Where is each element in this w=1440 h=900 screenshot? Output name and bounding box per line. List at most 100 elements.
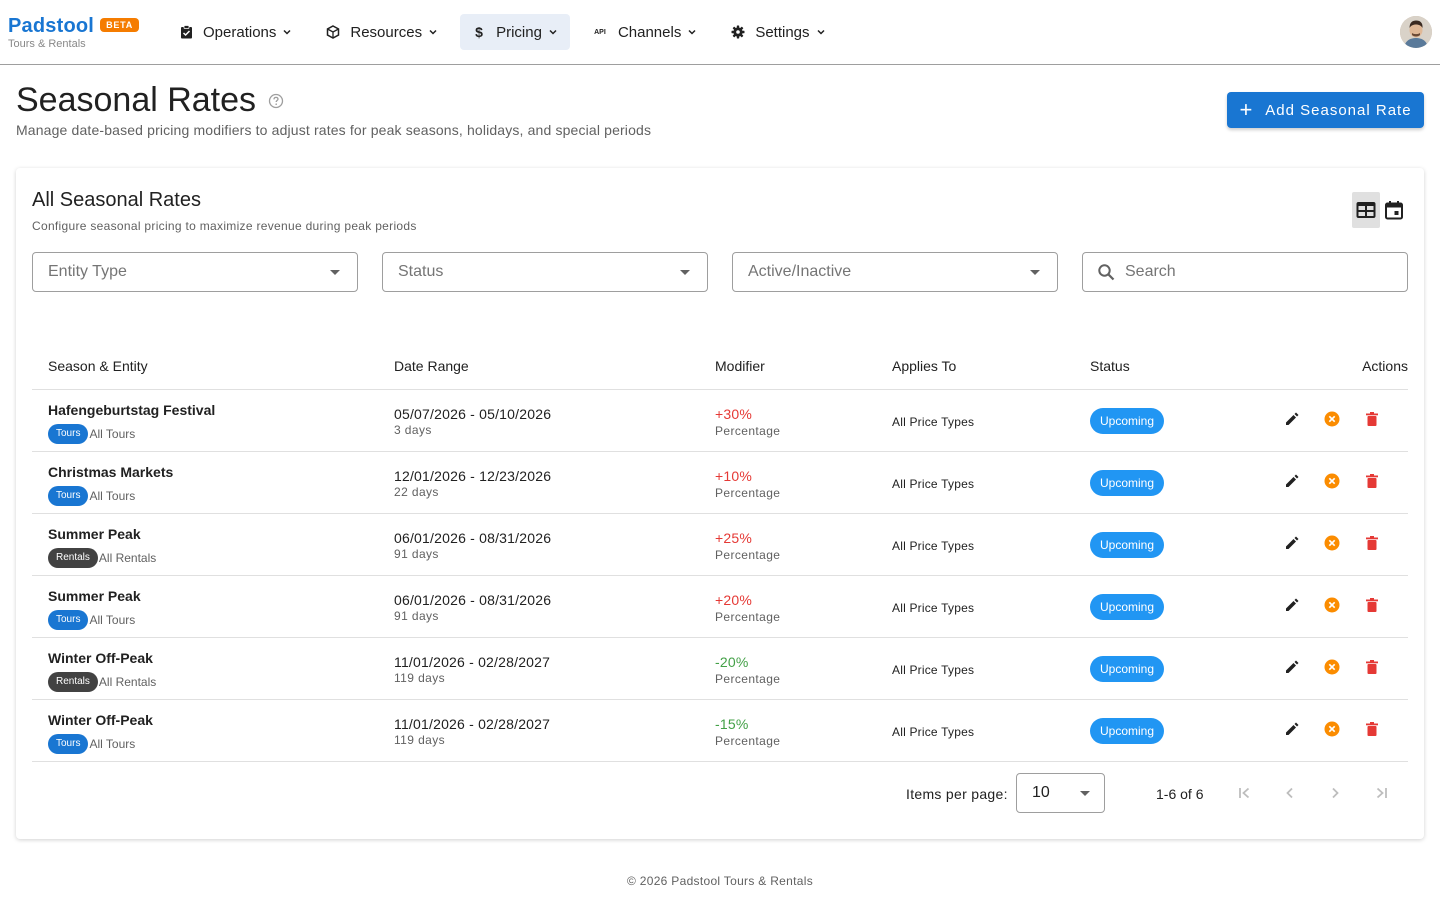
- applies-to: All Price Types: [892, 725, 975, 739]
- entity-cell: Tours All Tours: [48, 486, 135, 506]
- edit-button[interactable]: [1282, 721, 1302, 741]
- dropdown-arrow-icon: [1030, 270, 1040, 275]
- cancel-circle-icon: [1324, 659, 1340, 680]
- nav-resources[interactable]: Resources: [314, 14, 450, 50]
- deactivate-button[interactable]: [1322, 473, 1342, 493]
- edit-button[interactable]: [1282, 597, 1302, 617]
- first-page-button[interactable]: [1235, 783, 1255, 803]
- modifier-value: +25%: [715, 530, 752, 546]
- col-applies-to[interactable]: Applies To: [892, 358, 956, 374]
- deactivate-button[interactable]: [1322, 411, 1342, 431]
- edit-button[interactable]: [1282, 535, 1302, 555]
- deactivate-button[interactable]: [1322, 535, 1342, 555]
- user-avatar[interactable]: [1400, 16, 1432, 48]
- delete-button[interactable]: [1362, 411, 1382, 431]
- chevron-down-icon: [549, 29, 557, 35]
- deactivate-button[interactable]: [1322, 659, 1342, 679]
- seasonal-rates-card: All Seasonal Rates Configure seasonal pr…: [16, 168, 1424, 839]
- modifier-type: Percentage: [715, 734, 781, 748]
- chevron-down-icon: [283, 29, 291, 35]
- entity-label: All Tours: [89, 737, 136, 751]
- edit-button[interactable]: [1282, 659, 1302, 679]
- chevron-down-icon: [817, 29, 825, 35]
- nav-settings[interactable]: Settings: [719, 14, 837, 50]
- active-inactive-select[interactable]: Active/Inactive: [732, 252, 1058, 292]
- col-date-range[interactable]: Date Range: [394, 358, 469, 374]
- modifier-value: +10%: [715, 468, 752, 484]
- status-select[interactable]: Status: [382, 252, 708, 292]
- help-circle-icon[interactable]: [268, 93, 284, 109]
- calendar-view-button[interactable]: [1380, 192, 1408, 228]
- season-name: Hafengeburtstag Festival: [48, 402, 216, 418]
- edit-button[interactable]: [1282, 411, 1302, 431]
- status-badge: Upcoming: [1090, 594, 1165, 620]
- table-header: Season & Entity Date Range Modifier Appl…: [32, 346, 1408, 390]
- entity-cell: Rentals All Rentals: [48, 672, 156, 692]
- table-view-button[interactable]: [1352, 192, 1380, 228]
- col-season-entity[interactable]: Season & Entity: [48, 358, 148, 374]
- cancel-circle-icon: [1324, 411, 1340, 432]
- entity-type-select[interactable]: Entity Type: [32, 252, 358, 292]
- items-per-page-label: Items per page:: [906, 786, 1008, 802]
- modifier-type: Percentage: [715, 610, 781, 624]
- previous-page-button[interactable]: [1280, 783, 1300, 803]
- modifier-value: -20%: [715, 654, 749, 670]
- delete-button[interactable]: [1362, 721, 1382, 741]
- col-modifier[interactable]: Modifier: [715, 358, 765, 374]
- pencil-icon: [1284, 411, 1300, 432]
- entity-type-chip: Rentals: [48, 672, 98, 692]
- delete-button[interactable]: [1362, 535, 1382, 555]
- date-range: 05/07/2026 - 05/10/2026: [394, 406, 552, 422]
- entity-label: All Rentals: [98, 675, 157, 689]
- seasonal-rates-table: Season & Entity Date Range Modifier Appl…: [32, 346, 1408, 762]
- table-row[interactable]: Summer Peak Rentals All Rentals 06/01/2026 …: [32, 514, 1408, 576]
- edit-button[interactable]: [1282, 473, 1302, 493]
- pencil-icon: [1284, 597, 1300, 618]
- modifier-value: +20%: [715, 592, 752, 608]
- search-icon: [1098, 264, 1115, 281]
- table-row[interactable]: Summer Peak Tours All Tours 06/01/2026 - 08…: [32, 576, 1408, 638]
- table-row[interactable]: Hafengeburtstag Festival Tours All Tours 05…: [32, 390, 1408, 452]
- table-row[interactable]: Christmas Markets Tours All Tours 12/01/202…: [32, 452, 1408, 514]
- season-name: Summer Peak: [48, 526, 141, 542]
- entity-type-chip: Tours: [48, 610, 89, 630]
- next-page-button[interactable]: [1325, 783, 1345, 803]
- col-status[interactable]: Status: [1090, 358, 1130, 374]
- status-badge: Upcoming: [1090, 470, 1165, 496]
- search-field: [1082, 252, 1408, 292]
- date-range: 11/01/2026 - 02/28/2027: [394, 716, 551, 732]
- season-name: Summer Peak: [48, 588, 141, 604]
- trash-icon: [1364, 535, 1380, 556]
- delete-button[interactable]: [1362, 473, 1382, 493]
- nav-operations[interactable]: Operations: [167, 14, 304, 50]
- modifier-value: -15%: [715, 716, 749, 732]
- duration-days: 3 days: [394, 423, 432, 437]
- search-input[interactable]: [1125, 263, 1385, 281]
- entity-label: All Tours: [89, 427, 136, 441]
- nav-pricing[interactable]: $ Pricing: [460, 14, 570, 50]
- nav-resources-label: Resources: [350, 23, 423, 41]
- entity-cell: Tours All Tours: [48, 610, 135, 630]
- dollar-icon: $: [475, 24, 483, 40]
- delete-button[interactable]: [1362, 597, 1382, 617]
- brand-logo[interactable]: Padstool BETA Tours & Rentals: [8, 15, 140, 50]
- deactivate-button[interactable]: [1322, 597, 1342, 617]
- applies-to: All Price Types: [892, 477, 975, 491]
- deactivate-button[interactable]: [1322, 721, 1342, 741]
- cancel-circle-icon: [1324, 473, 1340, 494]
- add-seasonal-rate-button[interactable]: + Add Seasonal Rate: [1227, 92, 1424, 128]
- first-page-icon: [1239, 787, 1250, 799]
- date-range: 06/01/2026 - 08/31/2026: [394, 530, 552, 546]
- chevron-right-icon: [1332, 787, 1339, 799]
- calendar-icon: [1385, 201, 1403, 220]
- nav-settings-label: Settings: [755, 23, 810, 41]
- dropdown-arrow-icon: [1080, 791, 1090, 796]
- applies-to: All Price Types: [892, 601, 975, 615]
- delete-button[interactable]: [1362, 659, 1382, 679]
- cancel-circle-icon: [1324, 535, 1340, 556]
- table-row[interactable]: Winter Off-Peak Rentals All Rentals 11/01/2…: [32, 638, 1408, 700]
- nav-channels[interactable]: API Channels: [580, 14, 709, 50]
- items-per-page-select[interactable]: 10: [1016, 773, 1105, 813]
- table-row[interactable]: Winter Off-Peak Tours All Tours 11/01/2026 …: [32, 700, 1408, 762]
- last-page-button[interactable]: [1371, 783, 1391, 803]
